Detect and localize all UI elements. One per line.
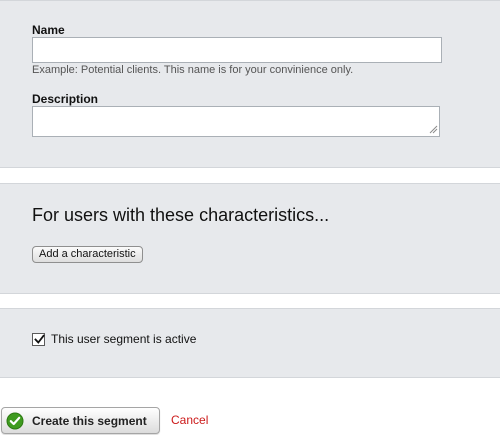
- active-checkbox-row[interactable]: This user segment is active: [32, 332, 196, 346]
- active-checkbox-label: This user segment is active: [51, 332, 197, 346]
- checkmark-icon: [34, 334, 45, 344]
- characteristics-panel: [0, 183, 500, 294]
- name-hint: Example: Potential clients. This name is…: [32, 64, 354, 76]
- name-label: Name: [32, 23, 65, 37]
- add-characteristic-button[interactable]: Add a characteristic: [32, 246, 143, 263]
- create-segment-button[interactable]: Create this segment: [1, 407, 160, 434]
- active-checkbox[interactable]: [32, 332, 45, 346]
- segment-details-panel: [0, 0, 500, 168]
- description-label: Description: [32, 92, 99, 106]
- create-segment-label: Create this segment: [32, 413, 147, 428]
- name-input[interactable]: [32, 37, 442, 63]
- cancel-link[interactable]: Cancel: [171, 413, 208, 427]
- characteristics-heading: For users with these characteristics...: [32, 205, 330, 225]
- description-textarea[interactable]: [32, 106, 440, 137]
- checkmark-circle-icon: [6, 412, 24, 429]
